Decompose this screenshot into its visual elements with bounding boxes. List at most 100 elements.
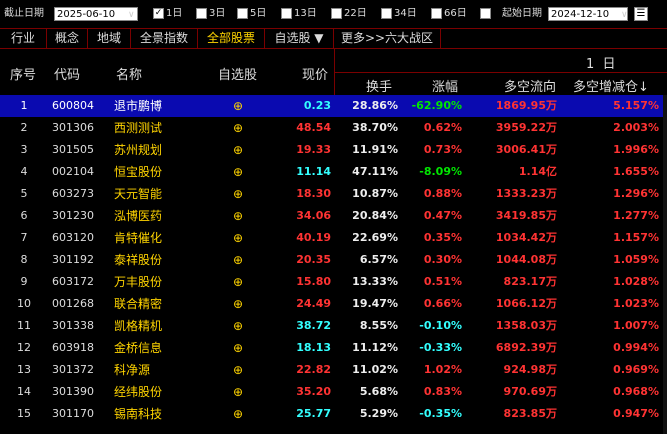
period-checkbox-5[interactable]	[381, 8, 392, 19]
row-change: -0.35%	[419, 407, 462, 420]
chevron-down-icon[interactable]: ∨	[128, 7, 135, 23]
tab-watchlist[interactable]: 自选股 ▼	[265, 28, 334, 48]
tab-industry[interactable]: 行业	[0, 28, 47, 48]
row-turnover: 20.84%	[352, 209, 398, 222]
row-change: -62.90%	[411, 99, 462, 112]
tab-more-zones[interactable]: 更多>>六大战区	[334, 28, 441, 48]
header-name[interactable]: 名称	[116, 64, 142, 83]
add-watchlist-icon[interactable]: ⊕	[232, 381, 244, 403]
header-change[interactable]: 涨幅	[432, 76, 458, 95]
period-checkbox-1[interactable]	[196, 8, 207, 19]
table-row[interactable]: 5 603273 天元智能 ⊕ 18.30 10.87% 0.88% 1333.…	[0, 183, 667, 205]
header-code[interactable]: 代码	[54, 64, 80, 83]
table-row[interactable]: 12 603918 金桥信息 ⊕ 18.13 11.12% -0.33% 689…	[0, 337, 667, 359]
add-watchlist-icon[interactable]: ⊕	[232, 139, 244, 161]
header-period: 1 日	[586, 57, 616, 72]
add-watchlist-icon[interactable]: ⊕	[232, 205, 244, 227]
tab-all-stocks[interactable]: 全部股票	[198, 28, 265, 48]
period-checkbox-7[interactable]	[480, 8, 491, 19]
table-row[interactable]: 9 603172 万丰股份 ⊕ 15.80 13.33% 0.51% 823.1…	[0, 271, 667, 293]
table-row[interactable]: 1 600804 退市鹏博 ⊕ 0.23 28.86% -62.90% 1869…	[0, 95, 667, 117]
period-checkbox-6[interactable]	[431, 8, 442, 19]
add-watchlist-icon[interactable]: ⊕	[232, 359, 244, 381]
table-row[interactable]: 8 301192 泰祥股份 ⊕ 20.35 6.57% 0.30% 1044.0…	[0, 249, 667, 271]
period-checkbox-4[interactable]	[331, 8, 342, 19]
row-code: 301505	[52, 143, 94, 156]
row-seq: 15	[17, 407, 31, 420]
row-flow: 1034.42万	[495, 231, 557, 244]
row-flow: 1044.08万	[495, 253, 557, 266]
add-watchlist-icon[interactable]: ⊕	[232, 161, 244, 183]
table-row[interactable]: 14 301390 经纬股份 ⊕ 35.20 5.68% 0.83% 970.6…	[0, 381, 667, 403]
row-change: 0.51%	[423, 275, 462, 288]
table-row[interactable]: 2 301306 西测测试 ⊕ 48.54 38.70% 0.62% 3959.…	[0, 117, 667, 139]
end-date-value: 2025-06-10	[57, 9, 116, 20]
period-label-4: 22日	[344, 8, 367, 19]
row-code: 301192	[52, 253, 94, 266]
row-seq: 9	[20, 275, 28, 288]
row-price: 11.14	[296, 165, 331, 178]
row-name: 锡南科技	[114, 407, 163, 421]
add-watchlist-icon[interactable]: ⊕	[232, 117, 244, 139]
row-code: 600804	[52, 99, 94, 112]
add-watchlist-icon[interactable]: ⊕	[232, 227, 244, 249]
category-tabs: 行业 概念 地域 全景指数 全部股票 自选股 ▼ 更多>>六大战区	[0, 28, 667, 49]
end-date-input[interactable]: 2025-06-10	[54, 7, 138, 21]
header-watch[interactable]: 自选股	[218, 64, 257, 83]
period-label-0: 1日	[166, 8, 183, 19]
row-seq: 10	[17, 297, 31, 310]
row-flow: 823.17万	[503, 275, 557, 288]
row-flow: 970.69万	[503, 385, 557, 398]
add-watchlist-icon[interactable]: ⊕	[232, 95, 244, 117]
tab-concept[interactable]: 概念	[47, 28, 88, 48]
stock-table: 1 600804 退市鹏博 ⊕ 0.23 28.86% -62.90% 1869…	[0, 95, 667, 425]
row-code: 002104	[52, 165, 94, 178]
chevron-down-icon[interactable]: ∨	[621, 7, 628, 23]
table-row[interactable]: 13 301372 科净源 ⊕ 22.82 11.02% 1.02% 924.9…	[0, 359, 667, 381]
menu-icon[interactable]: ☰	[634, 7, 648, 21]
row-increase: 1.157%	[613, 231, 659, 244]
header-increase[interactable]: 多空增减仓↓	[573, 76, 649, 95]
row-price: 19.33	[296, 143, 331, 156]
row-turnover: 10.87%	[352, 187, 398, 200]
period-checkbox-0[interactable]: ✓	[153, 8, 164, 19]
row-flow: 6892.39万	[495, 341, 557, 354]
row-increase: 5.157%	[613, 99, 659, 112]
header-seq[interactable]: 序号	[10, 64, 36, 83]
row-turnover: 5.68%	[359, 385, 398, 398]
start-date-input[interactable]: 2024-12-10	[548, 7, 628, 21]
row-price: 20.35	[296, 253, 331, 266]
add-watchlist-icon[interactable]: ⊕	[232, 337, 244, 359]
period-checkbox-2[interactable]	[237, 8, 248, 19]
row-name: 经纬股份	[114, 385, 163, 399]
table-row[interactable]: 6 301230 泓博医药 ⊕ 34.06 20.84% 0.47% 3419.…	[0, 205, 667, 227]
row-seq: 5	[20, 187, 28, 200]
tab-panorama-index[interactable]: 全景指数	[131, 28, 198, 48]
table-row[interactable]: 4 002104 恒宝股份 ⊕ 11.14 47.11% -8.09% 1.14…	[0, 161, 667, 183]
row-increase: 1.007%	[613, 319, 659, 332]
header-turnover[interactable]: 换手	[366, 76, 392, 95]
row-price: 24.49	[296, 297, 331, 310]
add-watchlist-icon[interactable]: ⊕	[232, 293, 244, 315]
table-row[interactable]: 3 301505 苏州规划 ⊕ 19.33 11.91% 0.73% 3006.…	[0, 139, 667, 161]
add-watchlist-icon[interactable]: ⊕	[232, 183, 244, 205]
header-price[interactable]: 现价	[302, 64, 328, 83]
row-name: 苏州规划	[114, 143, 163, 157]
vertical-scrollbar[interactable]	[663, 95, 667, 434]
add-watchlist-icon[interactable]: ⊕	[232, 271, 244, 293]
row-name: 联合精密	[114, 297, 163, 311]
row-flow: 1358.03万	[495, 319, 557, 332]
tab-region[interactable]: 地域	[88, 28, 131, 48]
row-price: 22.82	[296, 363, 331, 376]
header-flow[interactable]: 多空流向	[504, 76, 556, 95]
add-watchlist-icon[interactable]: ⊕	[232, 315, 244, 337]
add-watchlist-icon[interactable]: ⊕	[232, 249, 244, 271]
period-checkbox-3[interactable]	[281, 8, 292, 19]
row-increase: 0.969%	[613, 363, 659, 376]
add-watchlist-icon[interactable]: ⊕	[232, 403, 244, 425]
table-row[interactable]: 11 301338 凯格精机 ⊕ 38.72 8.55% -0.10% 1358…	[0, 315, 667, 337]
table-row[interactable]: 15 301170 锡南科技 ⊕ 25.77 5.29% -0.35% 823.…	[0, 403, 667, 425]
table-row[interactable]: 7 603120 肯特催化 ⊕ 40.19 22.69% 0.35% 1034.…	[0, 227, 667, 249]
table-row[interactable]: 10 001268 联合精密 ⊕ 24.49 19.47% 0.66% 1066…	[0, 293, 667, 315]
row-price: 40.19	[296, 231, 331, 244]
